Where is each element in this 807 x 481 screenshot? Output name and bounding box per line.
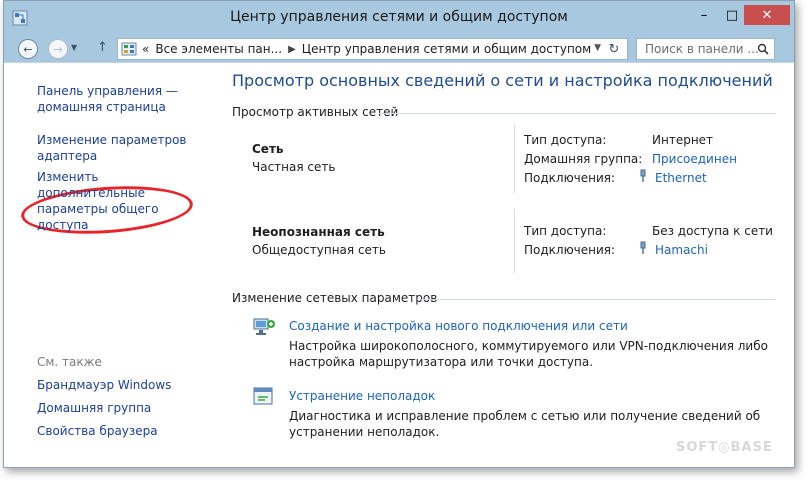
troubleshoot-link[interactable]: Устранение неполадок — [289, 389, 435, 403]
change-settings-heading: Изменение сетевых параметров — [232, 291, 438, 305]
minimize-button[interactable]: – — [690, 5, 718, 25]
section-divider — [417, 299, 776, 300]
breadcrumb-network-center[interactable]: Центр управления сетями и общим доступом — [302, 42, 591, 56]
sidebar-link-home[interactable]: Панель управления — домашняя страница — [37, 83, 207, 115]
hamachi-link[interactable]: Hamachi — [655, 243, 708, 257]
troubleshoot-desc: Диагностика и исправление проблем с сеть… — [289, 409, 761, 439]
network-name: Неопознанная сеть — [252, 225, 385, 239]
active-networks-heading: Просмотр активных сетей — [232, 105, 399, 119]
sidebar-link-sharing-settings[interactable]: Изменить дополнительные параметры общего… — [37, 169, 207, 233]
forward-arrow-icon: → — [53, 42, 63, 56]
ethernet-link[interactable]: Ethernet — [655, 171, 707, 185]
access-type-label: Тип доступа: — [524, 133, 607, 147]
homegroup-label: Домашняя группа: — [524, 152, 643, 166]
address-dropdown-icon[interactable]: ▼ — [594, 43, 601, 53]
sidebar-link-adapter-settings[interactable]: Изменение параметров адаптера — [37, 132, 187, 164]
sidebar-link-firewall[interactable]: Брандмауэр Windows — [37, 377, 207, 393]
up-arrow-icon[interactable]: ↑ — [97, 40, 108, 55]
forward-button[interactable]: → — [48, 39, 68, 59]
address-bar: ← → ▼ ↑ « Все элементы пан... ▶ Центр уп… — [4, 35, 794, 63]
access-type-label: Тип доступа: — [524, 224, 607, 238]
access-type-value: Без доступа к сети — [652, 224, 773, 238]
address-box[interactable]: « Все элементы пан... ▶ Центр управления… — [117, 38, 628, 60]
refresh-icon[interactable]: ↻ — [605, 40, 623, 58]
sidebar: Панель управления — домашняя страница Из… — [4, 63, 214, 467]
watermark: SOFT◎BASE — [676, 440, 773, 455]
search-input[interactable]: Поиск в панели ... — [636, 38, 775, 60]
access-type-value: Интернет — [652, 133, 714, 147]
search-placeholder: Поиск в панели ... — [645, 42, 759, 56]
search-icon[interactable] — [757, 43, 769, 55]
network-name: Сеть — [252, 142, 284, 156]
back-arrow-icon: ← — [23, 42, 33, 56]
network-divider — [514, 125, 515, 193]
network-type: Общедоступная сеть — [252, 243, 386, 257]
breadcrumb-all-items[interactable]: Все элементы пан... — [155, 42, 282, 56]
close-button[interactable]: ✕ — [744, 5, 790, 25]
main-content: Просмотр основных сведений о сети и наст… — [232, 63, 794, 467]
see-also-label: См. также — [37, 355, 102, 369]
network-divider — [514, 209, 515, 273]
connections-label: Подключения: — [524, 243, 616, 257]
section-divider — [379, 113, 776, 114]
crumb-overflow[interactable]: « — [142, 42, 149, 56]
back-button[interactable]: ← — [18, 39, 38, 59]
page-title: Просмотр основных сведений о сети и наст… — [232, 71, 773, 90]
new-connection-icon — [253, 318, 275, 335]
connections-label: Подключения: — [524, 171, 616, 185]
recent-locations-chevron-icon[interactable]: ▼ — [71, 43, 77, 52]
troubleshoot-icon — [253, 387, 273, 405]
ethernet-connection-icon — [640, 169, 646, 182]
network-type: Частная сеть — [252, 160, 336, 174]
breadcrumb-separator-icon[interactable]: ▶ — [288, 44, 296, 55]
maximize-button[interactable]: □ — [718, 5, 746, 25]
control-panel-icon — [121, 42, 137, 56]
window: Центр управления сетями и общим доступом… — [3, 0, 795, 468]
homegroup-link[interactable]: Присоединен — [652, 152, 737, 166]
setup-connection-desc: Настройка широкополосного, коммутируемог… — [289, 339, 768, 369]
sidebar-link-homegroup[interactable]: Домашняя группа — [37, 400, 207, 416]
title-bar[interactable]: Центр управления сетями и общим доступом… — [4, 1, 794, 35]
window-title: Центр управления сетями и общим доступом — [230, 9, 568, 25]
sidebar-link-browser-properties[interactable]: Свойства браузера — [37, 423, 207, 439]
setup-connection-link[interactable]: Создание и настройка нового подключения … — [289, 319, 628, 333]
hamachi-connection-icon — [640, 241, 646, 254]
